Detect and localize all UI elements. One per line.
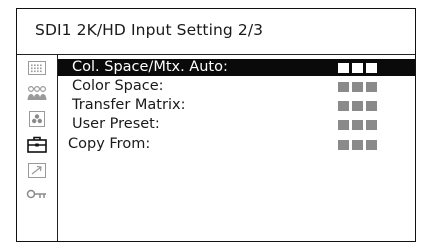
menu-item-value xyxy=(338,101,377,111)
menu-item-value xyxy=(338,63,377,73)
value-block xyxy=(366,120,377,130)
value-block xyxy=(338,82,349,92)
menu-row-col-space-mtx-auto[interactable]: Col. Space/Mtx. Auto: xyxy=(58,59,415,76)
value-block xyxy=(352,63,363,73)
menu-item-value xyxy=(338,140,377,150)
sidebar-tab-color[interactable] xyxy=(17,108,57,130)
sidebar-tab-key[interactable] xyxy=(17,184,57,206)
arrow-out-icon xyxy=(28,162,46,178)
menu-item-value xyxy=(338,120,377,130)
menu-item-value xyxy=(338,82,377,92)
menu-row-copy-from[interactable]: Copy From: xyxy=(57,136,415,153)
value-block xyxy=(352,140,363,150)
value-block xyxy=(338,140,349,150)
sidebar-tab-toolbox[interactable] xyxy=(17,133,57,155)
value-block xyxy=(338,101,349,111)
people-icon xyxy=(27,85,47,100)
menu-item-label: Color Space: xyxy=(72,78,164,94)
value-block xyxy=(338,120,349,130)
page-title: SDI1 2K/HD Input Setting 2/3 xyxy=(35,21,264,39)
value-block xyxy=(352,101,363,111)
menu-item-label: User Preset: xyxy=(72,116,160,132)
sidebar-tab-output[interactable] xyxy=(17,159,57,181)
value-block xyxy=(366,63,377,73)
sidebar-tab-people[interactable] xyxy=(17,82,57,104)
menu-row-user-preset[interactable]: User Preset: xyxy=(58,116,415,133)
value-block xyxy=(338,63,349,73)
menu-item-label: Copy From: xyxy=(68,136,151,152)
toolbox-icon xyxy=(27,136,47,153)
value-block xyxy=(352,120,363,130)
key-icon xyxy=(26,189,46,199)
settings-panel: SDI1 2K/HD Input Setting 2/3 Col. Space/… xyxy=(16,8,416,242)
value-block xyxy=(366,82,377,92)
menu-item-label: Transfer Matrix: xyxy=(72,97,186,113)
value-block xyxy=(366,101,377,111)
grid-icon xyxy=(28,61,46,75)
color-dots-icon xyxy=(29,111,45,127)
value-block xyxy=(366,140,377,150)
title-divider xyxy=(17,54,415,55)
menu-row-transfer-matrix[interactable]: Transfer Matrix: xyxy=(58,97,415,114)
value-block xyxy=(352,82,363,92)
sidebar-tab-grid[interactable] xyxy=(17,57,57,79)
menu-item-label: Col. Space/Mtx. Auto: xyxy=(72,59,228,75)
menu-row-color-space[interactable]: Color Space: xyxy=(58,78,415,95)
